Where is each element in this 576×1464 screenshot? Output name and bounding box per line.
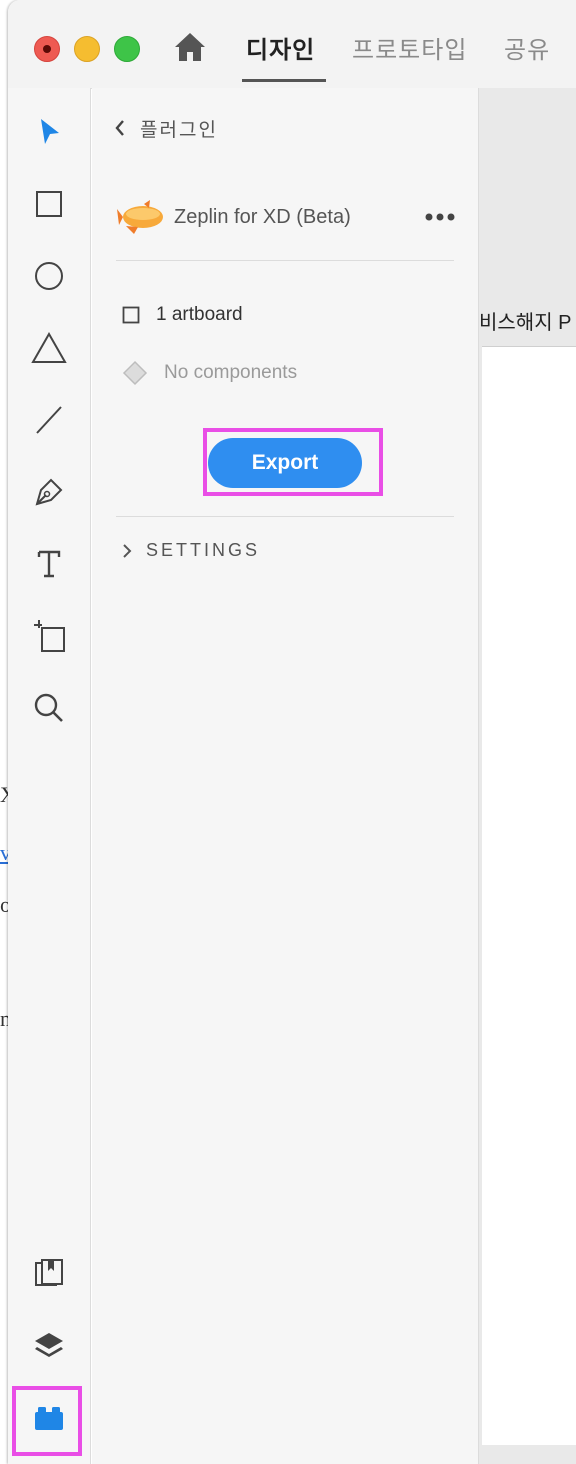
design-canvas[interactable]: 비스해지 P bbox=[479, 88, 576, 1464]
plugins-panel: 플러그인 Zeplin for XD (Beta) 1 artboard No … bbox=[92, 88, 479, 1464]
plugins-highlight-box bbox=[12, 1386, 82, 1456]
title-bar: 디자인 프로토타입 공유 bbox=[8, 0, 576, 89]
export-highlight-box bbox=[203, 428, 383, 496]
breadcrumb-label: 플러그인 bbox=[140, 119, 218, 141]
components-row: No components bbox=[122, 360, 297, 386]
text-tool-button[interactable] bbox=[27, 542, 71, 586]
tool-bar bbox=[8, 88, 91, 1464]
settings-section-toggle[interactable]: SETTINGS bbox=[122, 540, 260, 561]
layers-panel-button[interactable] bbox=[27, 1324, 71, 1368]
more-options-icon[interactable] bbox=[424, 212, 456, 222]
components-status: No components bbox=[164, 362, 298, 383]
component-diamond-icon bbox=[122, 360, 148, 386]
tab-prototype[interactable]: 프로토타입 bbox=[352, 30, 467, 65]
artboard-count-row: 1 artboard bbox=[122, 304, 243, 326]
divider bbox=[116, 260, 454, 261]
zoom-tool-button[interactable] bbox=[27, 686, 71, 730]
ellipse-icon bbox=[35, 262, 63, 290]
breadcrumb[interactable]: 플러그인 bbox=[114, 116, 218, 141]
chevron-right-icon[interactable] bbox=[122, 543, 132, 559]
divider bbox=[116, 516, 454, 517]
pen-tool-button[interactable] bbox=[27, 470, 71, 514]
close-window-button[interactable] bbox=[34, 36, 60, 62]
artboard-count: 1 artboard bbox=[156, 304, 243, 325]
artboard[interactable] bbox=[482, 346, 576, 1445]
home-icon[interactable] bbox=[172, 30, 208, 64]
assets-panel-button[interactable] bbox=[27, 1252, 71, 1296]
pen-icon bbox=[35, 478, 63, 506]
polygon-icon bbox=[31, 332, 67, 363]
line-tool-button[interactable] bbox=[27, 398, 71, 442]
zeplin-blimp-icon bbox=[117, 200, 163, 234]
minimize-window-button[interactable] bbox=[74, 36, 100, 62]
active-tab-indicator bbox=[242, 79, 326, 82]
artboard-icon bbox=[34, 620, 65, 652]
zoom-window-button[interactable] bbox=[114, 36, 140, 62]
rectangle-icon bbox=[36, 191, 62, 217]
polygon-tool-button[interactable] bbox=[27, 326, 71, 370]
layers-icon bbox=[35, 1333, 63, 1357]
plugin-name: Zeplin for XD (Beta) bbox=[174, 206, 351, 228]
rectangle-tool-button[interactable] bbox=[27, 182, 71, 226]
tab-share[interactable]: 공유 bbox=[504, 30, 550, 65]
artboard-square-icon bbox=[122, 306, 140, 324]
line-icon bbox=[36, 406, 62, 434]
text-icon bbox=[37, 550, 61, 578]
xd-window: 디자인 프로토타입 공유 플러그인 Zeplin for XD (Beta) 1… bbox=[8, 0, 576, 1464]
tab-design[interactable]: 디자인 bbox=[246, 30, 315, 65]
zoom-icon bbox=[34, 693, 63, 722]
plugin-header: Zeplin for XD (Beta) bbox=[116, 196, 456, 242]
ellipse-tool-button[interactable] bbox=[27, 254, 71, 298]
settings-label: SETTINGS bbox=[146, 540, 261, 560]
select-icon bbox=[41, 119, 59, 144]
artboard-title[interactable]: 비스해지 P bbox=[479, 306, 572, 335]
assets-icon bbox=[35, 1259, 63, 1286]
chevron-left-icon[interactable] bbox=[114, 119, 126, 137]
artboard-tool-button[interactable] bbox=[27, 614, 71, 658]
select-tool-button[interactable] bbox=[27, 110, 71, 154]
